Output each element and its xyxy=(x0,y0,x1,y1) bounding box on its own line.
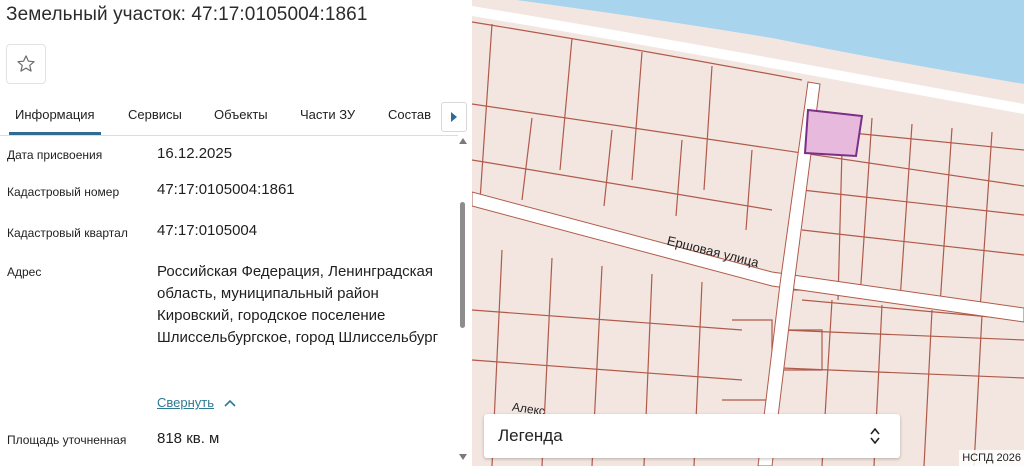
cadastral-quarter-value: 47:17:0105004 xyxy=(157,222,258,239)
collapse-link-label: Свернуть xyxy=(157,395,215,410)
scroll-up-icon[interactable] xyxy=(459,138,467,144)
legend-label: Легенда xyxy=(498,426,563,445)
star-outline-icon xyxy=(17,55,35,72)
map-view[interactable]: Ершовая улица Алекс Легенда НСПД 2026 xyxy=(472,0,1024,466)
cadastral-number-label: Кадастровый номер xyxy=(7,185,120,199)
map-attribution: НСПД 2026 xyxy=(959,450,1024,466)
water-area xyxy=(472,0,1024,84)
collapse-link[interactable]: Свернуть xyxy=(157,395,236,410)
tab-objects[interactable]: Объекты xyxy=(214,97,268,133)
tabs-divider xyxy=(0,135,458,136)
tab-bar: Информация Сервисы Объекты Части ЗУ Сост… xyxy=(0,97,440,135)
tab-services[interactable]: Сервисы xyxy=(128,97,182,133)
tabs-scroll-right-button[interactable] xyxy=(441,102,467,132)
scroll-down-icon[interactable] xyxy=(459,454,467,460)
chevron-up-icon xyxy=(224,399,236,407)
date-label: Дата присвоения xyxy=(7,148,103,162)
chevron-right-icon xyxy=(451,112,457,122)
selected-parcel xyxy=(803,108,864,158)
legend-selector[interactable]: Легенда xyxy=(484,414,900,458)
info-panel: Земельный участок: 47:17:0105004:1861 Ин… xyxy=(0,0,472,466)
address-value: Российская Федерация, Ленинградская обла… xyxy=(157,263,439,346)
tab-composition[interactable]: Состав xyxy=(388,97,431,133)
cadastral-number-value: 47:17:0105004:1861 xyxy=(157,181,295,198)
date-value: 16.12.2025 xyxy=(157,145,233,162)
panel-scrollbar[interactable] xyxy=(456,136,470,466)
cadastral-quarter-label: Кадастровый квартал xyxy=(7,226,128,240)
area-label: Площадь уточненная xyxy=(7,433,127,447)
tab-information[interactable]: Информация xyxy=(9,97,101,135)
area-value: 818 кв. м xyxy=(157,430,220,447)
page-title: Земельный участок: 47:17:0105004:1861 xyxy=(6,4,368,25)
address-label: Адрес xyxy=(7,265,42,279)
select-arrows-icon xyxy=(870,427,880,445)
parcel-grid xyxy=(472,21,1024,466)
cadastral-map[interactable] xyxy=(472,0,1024,466)
tab-parcel-parts[interactable]: Части ЗУ xyxy=(300,97,355,133)
favorite-button[interactable] xyxy=(6,44,46,84)
scroll-thumb[interactable] xyxy=(460,202,465,328)
